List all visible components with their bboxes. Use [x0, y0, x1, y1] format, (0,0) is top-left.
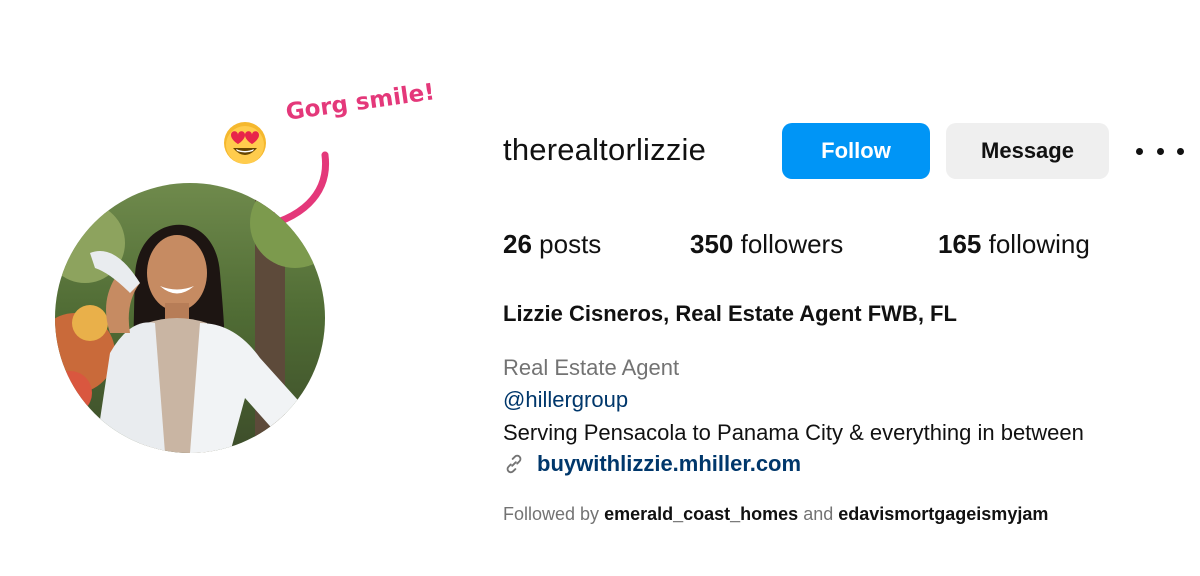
- posts-label: posts: [539, 229, 602, 259]
- followers-stat[interactable]: 350 followers: [690, 229, 843, 260]
- message-button[interactable]: Message: [946, 123, 1109, 179]
- followers-count: 350: [690, 229, 734, 259]
- followed-by-prefix: Followed by: [503, 504, 600, 524]
- link-icon: [506, 454, 522, 474]
- posts-count: 26: [503, 229, 532, 259]
- more-options-icon[interactable]: [1136, 133, 1184, 169]
- annotation-text: Gorg smile!: [284, 79, 437, 126]
- followed-by-user-1[interactable]: emerald_coast_homes: [604, 504, 798, 524]
- profile-full-name: Lizzie Cisneros, Real Estate Agent FWB, …: [503, 301, 957, 326]
- following-count: 165: [938, 229, 982, 259]
- bio-website-link[interactable]: buywithlizzie.mhiller.com: [503, 451, 801, 477]
- followed-by-conjunction: and: [803, 504, 834, 524]
- following-stat[interactable]: 165 following: [938, 229, 1090, 260]
- followers-label: followers: [740, 229, 844, 259]
- bio-link-text: buywithlizzie.mhiller.com: [537, 451, 802, 476]
- bio-text: Serving Pensacola to Panama City & every…: [503, 420, 1084, 445]
- followed-by-user-2[interactable]: edavismortgageismyjam: [838, 504, 1048, 524]
- profile-avatar[interactable]: [55, 183, 325, 453]
- bio-mention-link[interactable]: @hillergroup: [503, 387, 628, 413]
- followed-by-text: Followed by emerald_coast_homes and edav…: [503, 504, 1048, 525]
- follow-button[interactable]: Follow: [782, 123, 930, 179]
- following-label: following: [988, 229, 1090, 259]
- profile-username: therealtorlizzie: [503, 132, 707, 167]
- profile-category: Real Estate Agent: [503, 355, 680, 380]
- posts-stat: 26 posts: [503, 229, 601, 260]
